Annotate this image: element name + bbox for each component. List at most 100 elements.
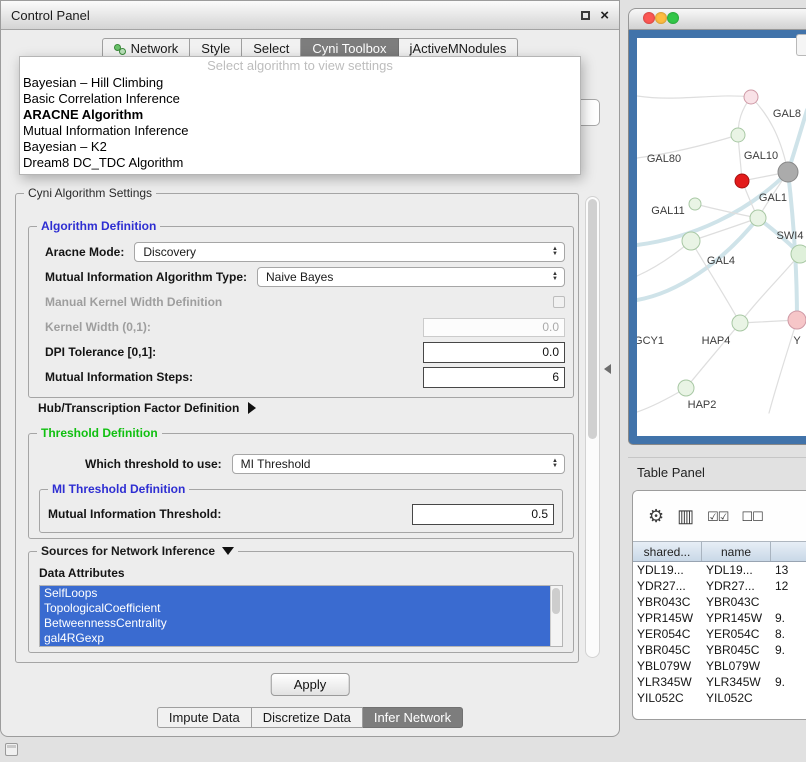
settings-scrollbar-thumb[interactable] <box>588 199 597 439</box>
table-row[interactable]: YDL19...YDL19...13 <box>633 562 806 578</box>
algorithm-option[interactable]: Mutual Information Inference <box>20 123 580 139</box>
algorithm-option[interactable]: Bayesian – Hill Climbing <box>20 75 580 91</box>
network-node[interactable] <box>682 232 700 250</box>
application-desktop: Control Panel NetworkStyleSelectCyni Too… <box>0 0 806 762</box>
algorithm-option[interactable]: ARACNE Algorithm <box>20 107 580 123</box>
table-row[interactable]: YIL052CYIL052C <box>633 690 806 706</box>
node-label: HAP4 <box>702 335 731 347</box>
attributes-scrollbar[interactable] <box>550 586 562 646</box>
sources-legend-text: Sources for Network Inference <box>41 544 215 558</box>
aracne-mode-select[interactable]: Discovery <box>134 242 565 262</box>
mi-type-row: Mutual Information Algorithm Type: Naive… <box>45 266 565 288</box>
collapse-panel-arrow[interactable] <box>604 364 611 374</box>
columns-icon[interactable]: ▥ <box>677 507 694 525</box>
window-controls <box>581 8 609 23</box>
node-label: GAL10 <box>744 150 778 162</box>
table-cell: YDR27... <box>702 579 771 593</box>
mi-steps-label: Mutual Information Steps: <box>45 370 193 384</box>
attribute-item[interactable]: gal4RGexp <box>40 631 550 646</box>
minimized-panel-icon[interactable] <box>5 743 18 756</box>
hub-definition-toggle[interactable]: Hub/Transcription Factor Definition <box>38 400 256 416</box>
table-cell: YLR345W <box>633 675 702 689</box>
float-window-icon[interactable] <box>581 11 590 20</box>
node-label: SWI4 <box>777 230 804 242</box>
tab-infer-network[interactable]: Infer Network <box>363 707 463 728</box>
close-icon[interactable] <box>600 8 609 23</box>
apply-button[interactable]: Apply <box>271 673 350 696</box>
table-row[interactable]: YLR345WYLR345W9. <box>633 674 806 690</box>
network-node[interactable] <box>744 90 758 104</box>
manual-kernel-checkbox[interactable] <box>553 296 565 308</box>
select-all-icon[interactable]: ☑☑ <box>707 510 728 523</box>
table-row[interactable]: YDR27...YDR27...12 <box>633 578 806 594</box>
table-cell: YDR27... <box>633 579 702 593</box>
hub-definition-label: Hub/Transcription Factor Definition <box>38 401 239 415</box>
table-cell: YPR145W <box>633 611 702 625</box>
sources-legend[interactable]: Sources for Network Inference <box>37 544 238 558</box>
network-frame: GAL8GAL80GAL10GAL11GAL1SWI4GAL4GCY1HAP4Y… <box>628 30 806 445</box>
column-header[interactable] <box>771 542 806 561</box>
network-scrollbar-stub[interactable] <box>796 34 806 56</box>
close-button[interactable] <box>643 12 655 24</box>
algorithm-option[interactable]: Basic Correlation Inference <box>20 91 580 107</box>
table-row[interactable]: YBR045CYBR045C9. <box>633 642 806 658</box>
threshold-type-select[interactable]: MI Threshold <box>232 454 565 474</box>
network-node[interactable] <box>750 210 766 226</box>
mi-threshold-group: MI Threshold Definition Mutual Informati… <box>39 489 563 533</box>
table-row[interactable]: YBL079WYBL079W <box>633 658 806 674</box>
network-edge <box>637 241 691 276</box>
mi-steps-input[interactable] <box>423 367 565 388</box>
mi-type-select[interactable]: Naive Bayes <box>257 267 565 287</box>
dpi-tolerance-input[interactable] <box>423 342 565 363</box>
network-node[interactable] <box>791 245 806 263</box>
settings-scrollbar[interactable] <box>585 196 600 658</box>
table-cell: YLR345W <box>702 675 771 689</box>
mi-threshold-input[interactable] <box>412 504 554 525</box>
attribute-item[interactable]: SelfLoops <box>40 586 550 601</box>
node-label: GAL80 <box>647 153 681 165</box>
network-node[interactable] <box>735 174 749 188</box>
kernel-width-label: Kernel Width (0,1): <box>45 320 151 334</box>
network-node[interactable] <box>731 128 745 142</box>
tab-label: Impute Data <box>169 710 240 725</box>
table-cell: YDL19... <box>633 563 702 577</box>
dropdown-placeholder: Select algorithm to view settings <box>20 57 580 75</box>
table-row[interactable]: YER054CYER054C8. <box>633 626 806 642</box>
column-header[interactable]: shared... <box>633 542 702 561</box>
algorithm-option[interactable]: Dream8 DC_TDC Algorithm <box>20 155 580 171</box>
algorithm-option[interactable]: Bayesian – K2 <box>20 139 580 155</box>
attribute-item[interactable]: BetweennessCentrality <box>40 616 550 631</box>
attributes-list[interactable]: SelfLoopsTopologicalCoefficientBetweenne… <box>39 585 563 647</box>
minimize-button[interactable] <box>655 12 667 24</box>
table-cell: YBR045C <box>702 643 771 657</box>
aracne-mode-label: Aracne Mode: <box>45 245 124 259</box>
table-cell: 9. <box>771 643 806 657</box>
attribute-item[interactable]: TopologicalCoefficient <box>40 601 550 616</box>
network-canvas[interactable]: GAL8GAL80GAL10GAL11GAL1SWI4GAL4GCY1HAP4Y… <box>637 38 806 436</box>
table-cell: 12 <box>771 579 806 593</box>
dpi-tolerance-row: DPI Tolerance [0,1]: <box>45 341 565 363</box>
column-header[interactable]: name <box>702 542 771 561</box>
network-svg: GAL8GAL80GAL10GAL11GAL1SWI4GAL4GCY1HAP4Y… <box>637 38 806 437</box>
tab-impute-data[interactable]: Impute Data <box>157 707 252 728</box>
table-panel: ⚙▥☑☑☐☐ shared...name YDL19...YDL19...13Y… <box>632 490 806 720</box>
table-row[interactable]: YBR043CYBR043C <box>633 594 806 610</box>
mi-threshold-label: Mutual Information Threshold: <box>48 507 221 521</box>
control-panel-titlebar[interactable]: Control Panel <box>1 1 619 30</box>
network-window-titlebar[interactable] <box>628 8 806 30</box>
deselect-all-icon[interactable]: ☐☐ <box>741 510 762 523</box>
network-node[interactable] <box>689 198 701 210</box>
mi-threshold-legend: MI Threshold Definition <box>48 482 189 496</box>
network-node[interactable] <box>678 380 694 396</box>
zoom-button[interactable] <box>667 12 679 24</box>
table-row[interactable]: YPR145WYPR145W9. <box>633 610 806 626</box>
network-node[interactable] <box>778 162 798 182</box>
combo-arrows-icon <box>552 459 558 469</box>
manual-kernel-row: Manual Kernel Width Definition <box>45 292 565 312</box>
tab-discretize-data[interactable]: Discretize Data <box>252 707 363 728</box>
gear-icon[interactable]: ⚙ <box>648 507 664 525</box>
network-node[interactable] <box>732 315 748 331</box>
threshold-definition-legend: Threshold Definition <box>37 426 162 440</box>
network-node[interactable] <box>788 311 806 329</box>
attributes-scrollbar-thumb[interactable] <box>552 588 560 614</box>
